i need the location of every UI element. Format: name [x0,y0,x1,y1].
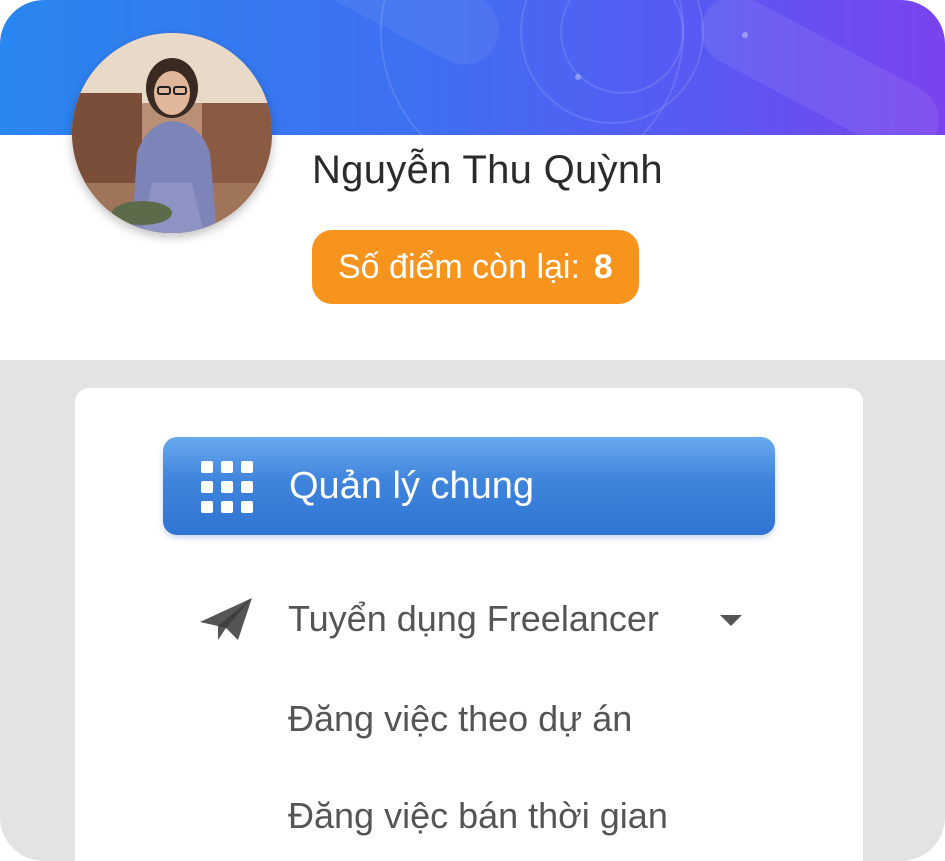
avatar-photo [72,33,272,233]
menu-item-post-project-job[interactable]: Đăng việc theo dự án [288,698,632,740]
points-badge: Số điểm còn lại: 8 [312,230,639,304]
points-value: 8 [593,247,613,286]
profile-panel: Nguyễn Thu Quỳnh Số điểm còn lại: 8 Quản… [0,0,945,861]
menu-item-post-part-time-job[interactable]: Đăng việc bán thời gian [288,795,668,837]
profile-header: Nguyễn Thu Quỳnh Số điểm còn lại: 8 [0,0,945,360]
paper-plane-icon [200,598,252,640]
user-name: Nguyễn Thu Quỳnh [312,148,663,192]
menu-item-general-management[interactable]: Quản lý chung [163,437,775,535]
user-avatar[interactable] [72,33,272,233]
chevron-down-icon[interactable] [720,615,742,626]
points-label: Số điểm còn lại: [338,247,580,286]
menu-item-hire-freelancer[interactable]: Tuyển dụng Freelancer [288,598,659,640]
menu-item-label: Quản lý chung [289,465,535,507]
sidebar-menu: Quản lý chung Tuyển dụng Freelancer Đăng… [75,388,863,861]
grid-icon [201,461,253,513]
